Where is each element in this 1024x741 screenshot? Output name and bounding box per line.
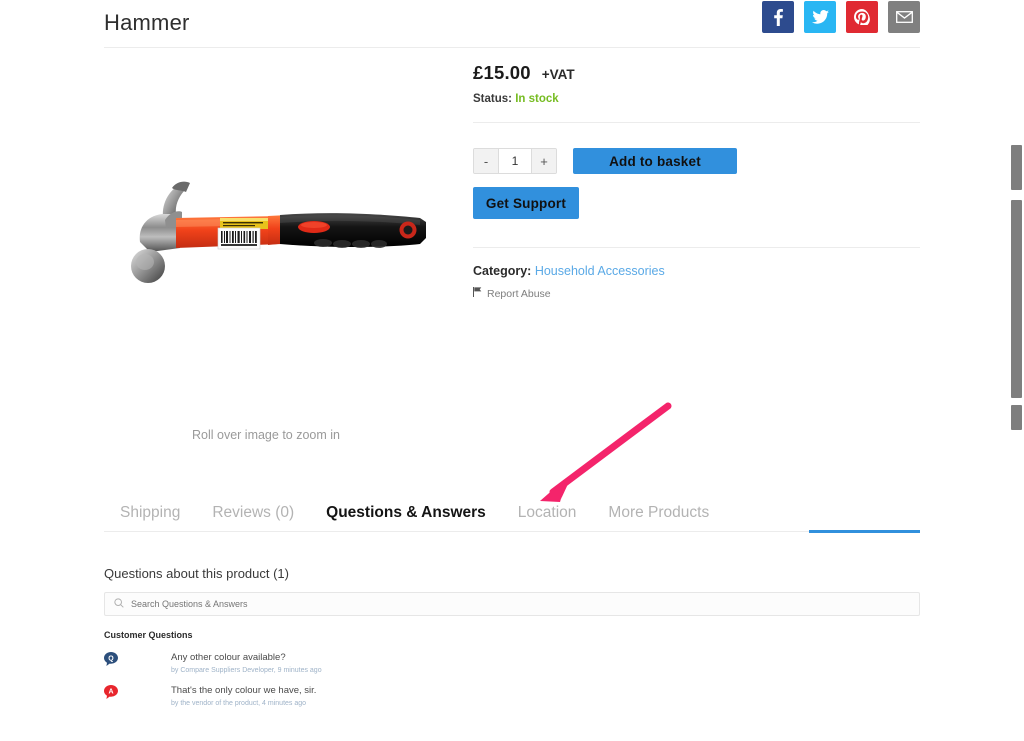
qa-list: Q Any other colour available? by Compare… <box>104 651 920 709</box>
scrollbar-track[interactable] <box>1008 0 1024 741</box>
category-link[interactable]: Household Accessories <box>535 264 665 278</box>
search-icon <box>114 595 124 613</box>
share-pinterest-button[interactable] <box>846 1 878 33</box>
questions-answers-panel: Questions about this product (1) Custome… <box>104 566 920 717</box>
product-media-column: Roll over image to zoom in <box>104 60 454 460</box>
tab-shipping[interactable]: Shipping <box>104 496 196 530</box>
qa-search-input[interactable] <box>131 599 910 609</box>
product-price: £15.00 <box>473 62 531 83</box>
qa-item-meta: by Compare Suppliers Developer, 9 minute… <box>171 667 322 674</box>
qa-item-text: Any other colour available? <box>171 652 286 663</box>
cart-controls-row: - 1 + Add to basket <box>473 148 920 174</box>
share-facebook-button[interactable] <box>762 1 794 33</box>
list-item: A That's the only colour we have, sir. b… <box>104 684 920 709</box>
qa-item-meta: by the vendor of the product, 4 minutes … <box>171 700 307 707</box>
report-abuse-label: Report Abuse <box>487 287 551 300</box>
divider-above-category <box>473 247 920 248</box>
product-tabs: Shipping Reviews (0) Questions & Answers… <box>104 496 920 532</box>
svg-text:Q: Q <box>108 656 114 663</box>
status-badge: In stock <box>515 93 559 105</box>
stock-status-row: Status: In stock <box>473 93 920 105</box>
quantity-decrement-button[interactable]: - <box>474 149 498 173</box>
get-support-button[interactable]: Get Support <box>473 187 579 219</box>
tab-active-underline <box>809 530 920 533</box>
qa-item-body: That's the only colour we have, sir. by … <box>171 684 316 709</box>
qa-item-body: Any other colour available? by Compare S… <box>171 651 322 676</box>
rollover-zoom-note: Roll over image to zoom in <box>192 428 340 442</box>
share-email-button[interactable] <box>888 1 920 33</box>
qa-search-box[interactable] <box>104 592 920 616</box>
qa-item-text: That's the only colour we have, sir. <box>171 685 317 696</box>
tab-more-products[interactable]: More Products <box>592 496 725 530</box>
twitter-icon <box>811 10 829 24</box>
tab-location[interactable]: Location <box>502 496 593 530</box>
add-to-basket-button[interactable]: Add to basket <box>573 148 737 174</box>
report-abuse-link[interactable]: Report Abuse <box>473 287 920 300</box>
tab-questions-and-answers[interactable]: Questions & Answers <box>310 496 502 530</box>
facebook-icon <box>773 8 783 26</box>
share-twitter-button[interactable] <box>804 1 836 33</box>
product-image[interactable] <box>120 170 450 310</box>
pinterest-icon <box>854 9 870 25</box>
svg-text:A: A <box>108 689 113 696</box>
envelope-icon <box>895 11 913 23</box>
qa-subheading: Customer Questions <box>104 630 193 640</box>
list-item: Q Any other colour available? by Compare… <box>104 651 920 676</box>
social-share-row <box>762 1 920 33</box>
answer-badge-icon: A <box>104 685 118 699</box>
scrollbar-thumb[interactable] <box>1011 200 1022 398</box>
purchase-panel: £15.00 +VAT Status: In stock - 1 + Add t… <box>473 62 920 300</box>
qa-heading: Questions about this product (1) <box>104 566 289 581</box>
status-label: Status: <box>473 93 512 105</box>
quantity-stepper[interactable]: - 1 + <box>473 148 557 174</box>
category-row: Category: Household Accessories <box>473 264 920 278</box>
page-header: Hammer <box>104 0 920 48</box>
divider-above-cart <box>473 122 920 123</box>
category-label: Category: <box>473 264 532 278</box>
quantity-value[interactable]: 1 <box>498 149 532 173</box>
vat-label: +VAT <box>541 67 575 82</box>
scrollbar-thumb[interactable] <box>1011 405 1022 430</box>
product-page: Hammer Roll over image to zoom in £15.00… <box>0 0 1024 741</box>
page-title: Hammer <box>104 10 190 35</box>
tab-reviews[interactable]: Reviews (0) <box>196 496 310 530</box>
flag-icon <box>473 287 482 300</box>
price-row: £15.00 +VAT <box>473 62 920 84</box>
quantity-increment-button[interactable]: + <box>532 149 556 173</box>
scrollbar-thumb[interactable] <box>1011 145 1022 190</box>
question-badge-icon: Q <box>104 652 118 666</box>
